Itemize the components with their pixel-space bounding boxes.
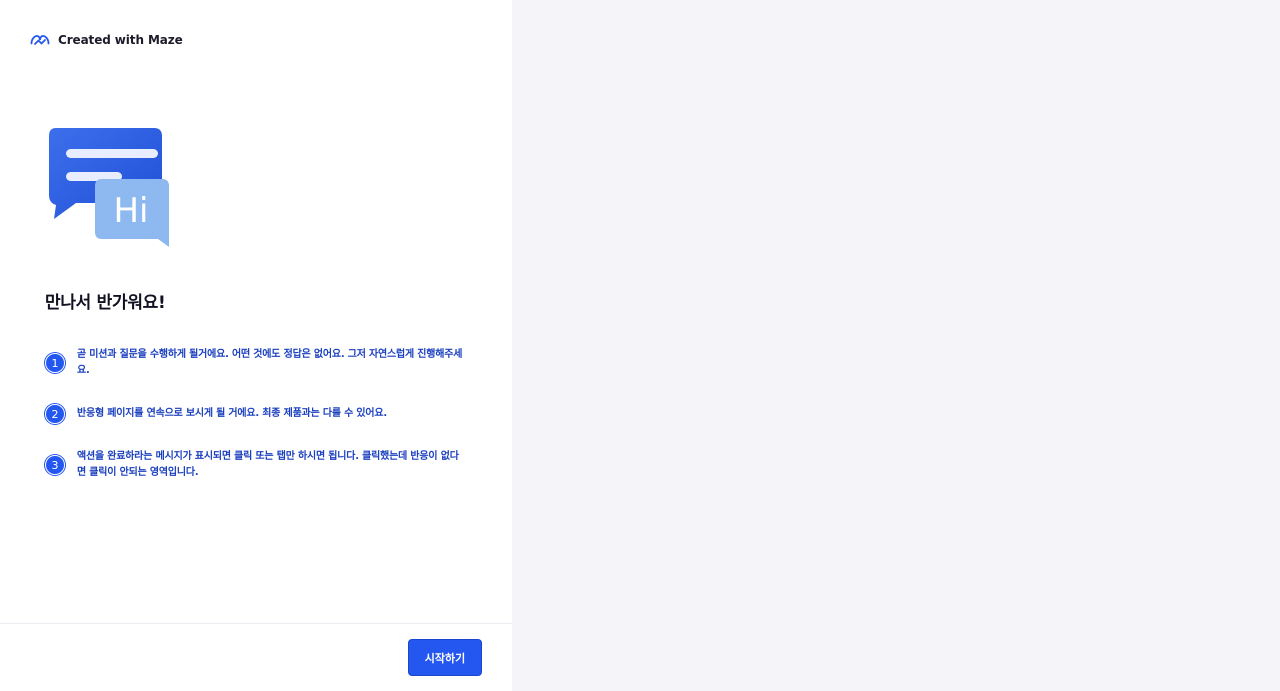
- maze-logo-icon: [30, 35, 50, 45]
- step-number-badge: 1: [45, 353, 65, 373]
- step-number-badge: 3: [45, 455, 65, 475]
- brand-label: Created with Maze: [58, 33, 183, 47]
- prototype-preview-area: [512, 0, 1280, 691]
- page-title: 만나서 반가워요!: [45, 293, 166, 313]
- step-text: 곧 미션과 질문을 수행하게 될거에요. 어떤 것에도 정답은 없어요. 그저 …: [77, 349, 463, 376]
- instruction-step: 2 반응형 페이지를 연속으로 보시게 될 거에요. 최종 제품과는 다를 수 …: [45, 404, 465, 424]
- instruction-step: 1 곧 미션과 질문을 수행하게 될거에요. 어떤 것에도 정답은 없어요. 그…: [45, 349, 465, 379]
- hi-chat-illustration: Hi: [49, 128, 169, 247]
- start-button[interactable]: 시작하기: [408, 639, 482, 676]
- brand[interactable]: Created with Maze: [30, 31, 183, 49]
- step-text: 액션을 완료하라는 메시지가 표시되면 클릭 또는 탭만 하시면 됩니다. 클릭…: [77, 451, 459, 478]
- welcome-panel: Created with Maze Hi 만나서 반가워요! 1 곧 미션과 질…: [0, 0, 512, 691]
- footer-divider: [0, 623, 512, 624]
- illustration-hi-text: Hi: [113, 191, 148, 231]
- instruction-step: 3 액션을 완료하라는 메시지가 표시되면 클릭 또는 탭만 하시면 됩니다. …: [45, 451, 465, 481]
- step-number-badge: 2: [45, 404, 65, 424]
- step-text: 반응형 페이지를 연속으로 보시게 될 거에요. 최종 제품과는 다를 수 있어…: [77, 408, 388, 419]
